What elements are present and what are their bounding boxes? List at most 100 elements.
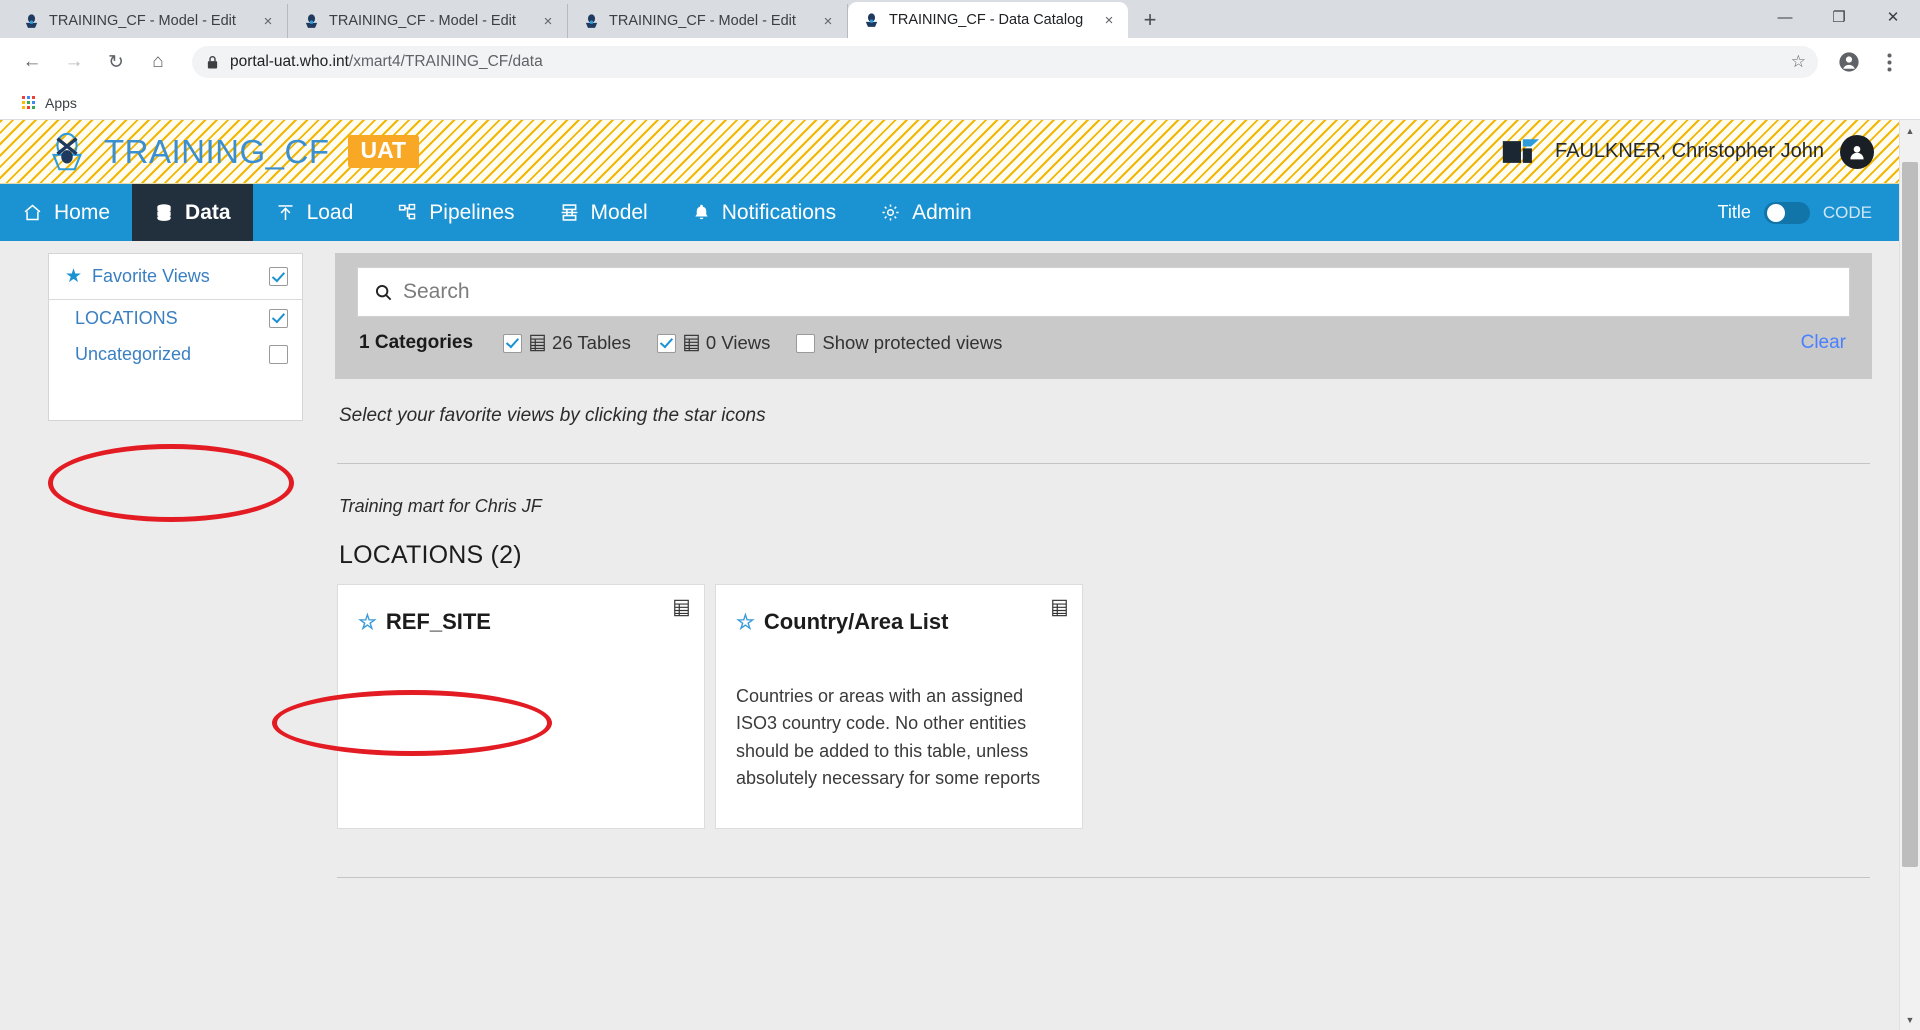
nav-item-label: Admin <box>912 200 972 224</box>
gear-icon <box>880 202 901 223</box>
nav-item-load[interactable]: Load <box>253 184 376 241</box>
sidebar-item-uncategorized[interactable]: Uncategorized <box>49 336 302 372</box>
categories-count-label: 1 Categories <box>359 332 474 353</box>
browser-tab-close-icon[interactable]: × <box>1098 9 1120 31</box>
browser-tab-title: TRAINING_CF - Model - Edit <box>329 13 516 29</box>
nav-item-data[interactable]: Data <box>132 184 253 241</box>
window-controls: — ❐ ✕ <box>1758 0 1920 34</box>
sidebar-item-favorite-views[interactable]: ★ Favorite Views <box>49 254 302 300</box>
dataset-card[interactable]: ☆ Country/Area List Countries or areas w… <box>715 584 1083 829</box>
views-checkbox[interactable] <box>656 333 676 353</box>
xmart-favicon-icon <box>582 12 600 30</box>
bookmark-star-icon[interactable]: ☆ <box>1791 52 1806 72</box>
nav-item-home[interactable]: Home <box>0 184 132 241</box>
home-icon[interactable]: ⌂ <box>140 44 176 80</box>
window-maximize-icon[interactable]: ❐ <box>1812 0 1866 34</box>
browser-tab-close-icon[interactable]: × <box>537 10 559 32</box>
browser-tab-title: TRAINING_CF - Model - Edit <box>49 13 236 29</box>
reload-icon[interactable]: ↻ <box>98 44 134 80</box>
results-divider-bottom <box>337 877 1870 878</box>
new-tab-button[interactable]: + <box>1134 4 1166 36</box>
window-close-icon[interactable]: ✕ <box>1866 0 1920 34</box>
forward-icon[interactable]: → <box>56 44 92 80</box>
dataset-card[interactable]: ☆ REF_SITE <box>337 584 705 829</box>
user-avatar[interactable] <box>1840 134 1874 169</box>
browser-tab-title: TRAINING_CF - Data Catalog <box>889 12 1084 28</box>
toggle-label-code: CODE <box>1822 202 1872 222</box>
scroll-down-arrow-icon[interactable]: ▼ <box>1900 1009 1920 1030</box>
address-bar[interactable]: portal-uat.who.int/xmart4/TRAINING_CF/da… <box>192 46 1818 78</box>
apps-grid-icon <box>22 96 35 109</box>
dataset-description-text: Countries or areas with an assigned ISO3… <box>736 686 1041 789</box>
sidebar-header-label: Favorite Views <box>92 266 210 286</box>
browser-tab-title: TRAINING_CF - Model - Edit <box>609 13 796 29</box>
user-name-label: FAULKNER, Christopher John <box>1554 140 1824 162</box>
back-icon[interactable]: ← <box>14 44 50 80</box>
clear-filters-link[interactable]: Clear <box>1801 332 1846 354</box>
filter-tables[interactable]: 26 Tables <box>503 332 631 354</box>
table-icon <box>673 599 690 617</box>
dataset-card-header: ☆ Country/Area List <box>736 609 1062 635</box>
nav-item-model[interactable]: Model <box>537 184 670 241</box>
filter-views[interactable]: 0 Views <box>656 332 770 354</box>
home-icon <box>22 202 43 223</box>
table-icon <box>683 334 700 352</box>
toggle-knob <box>1766 203 1785 222</box>
uncategorized-checkbox[interactable] <box>269 344 288 364</box>
app-header: TRAINING_CF UAT FAULKNER, Christopher Jo… <box>0 120 1920 184</box>
browser-tab-3[interactable]: TRAINING_CF - Model - Edit × <box>568 4 848 38</box>
dataset-card-title: Country/Area List <box>763 609 949 634</box>
nav-item-notifications[interactable]: Notifications <box>670 184 858 241</box>
title-code-toggle[interactable] <box>1763 201 1810 224</box>
model-icon <box>559 202 580 223</box>
sidebar-item-locations[interactable]: LOCATIONS <box>49 300 302 336</box>
xmart-favicon-icon <box>22 12 40 30</box>
nav-item-label: Pipelines <box>429 200 515 224</box>
protected-views-checkbox[interactable] <box>796 333 816 353</box>
main-navbar: Home Data Load Pipelines Model Notificat… <box>0 184 1920 241</box>
star-outline-icon[interactable]: ☆ <box>736 610 755 635</box>
browser-tab-4-active[interactable]: TRAINING_CF - Data Catalog × <box>848 2 1128 38</box>
browser-toolbar: ← → ↻ ⌂ portal-uat.who.int/xmart4/TRAINI… <box>0 38 1920 86</box>
who-logo-icon <box>1501 137 1541 167</box>
brand[interactable]: TRAINING_CF UAT <box>44 129 420 175</box>
database-icon <box>154 202 174 223</box>
tabstrip: TRAINING_CF - Model - Edit × TRAINING_CF… <box>0 0 1166 38</box>
star-icon: ★ <box>65 266 83 287</box>
search-input[interactable]: Search <box>357 267 1850 317</box>
bell-icon <box>692 202 711 223</box>
pipeline-icon <box>397 202 418 223</box>
page-scrollbar[interactable]: ▲ ▼ <box>1899 120 1920 1030</box>
scroll-up-arrow-icon[interactable]: ▲ <box>1900 120 1920 141</box>
catalog-main-panel: Search 1 Categories 26 Tables 0 Views Sh… <box>335 253 1872 1030</box>
table-icon <box>529 334 546 352</box>
header-user-area: FAULKNER, Christopher John <box>1501 134 1874 169</box>
url-path: /xmart4/TRAINING_CF/data <box>348 53 543 70</box>
table-icon <box>1051 599 1068 617</box>
scrollbar-thumb[interactable] <box>1902 162 1918 867</box>
browser-tab-close-icon[interactable]: × <box>257 10 279 32</box>
sidebar-item-label: LOCATIONS <box>75 307 178 328</box>
lock-icon <box>206 55 219 70</box>
browser-tab-2[interactable]: TRAINING_CF - Model - Edit × <box>288 4 568 38</box>
locations-checkbox[interactable] <box>269 308 288 328</box>
favorite-views-checkbox[interactable] <box>269 267 288 286</box>
results-area: Select your favorite views by clicking t… <box>335 379 1872 1030</box>
brand-name: TRAINING_CF <box>104 132 330 170</box>
title-code-toggle-group: Title CODE <box>1718 184 1920 241</box>
filter-protected-views[interactable]: Show protected views <box>796 332 1002 354</box>
profile-avatar-icon[interactable] <box>1832 45 1866 79</box>
tables-checkbox[interactable] <box>503 333 523 353</box>
results-divider-top <box>337 463 1870 464</box>
star-outline-icon[interactable]: ☆ <box>358 610 377 635</box>
nav-item-pipelines[interactable]: Pipelines <box>375 184 536 241</box>
category-title: LOCATIONS (2) <box>339 541 522 569</box>
page-viewport: TRAINING_CF UAT FAULKNER, Christopher Jo… <box>0 120 1920 1030</box>
browser-tab-1[interactable]: TRAINING_CF - Model - Edit × <box>8 4 288 38</box>
nav-item-admin[interactable]: Admin <box>858 184 994 241</box>
browser-tab-close-icon[interactable]: × <box>817 10 839 32</box>
apps-shortcut[interactable]: Apps <box>14 92 85 114</box>
toggle-label-title: Title <box>1717 202 1751 222</box>
window-minimize-icon[interactable]: — <box>1758 0 1812 34</box>
chrome-menu-icon[interactable] <box>1872 45 1906 79</box>
